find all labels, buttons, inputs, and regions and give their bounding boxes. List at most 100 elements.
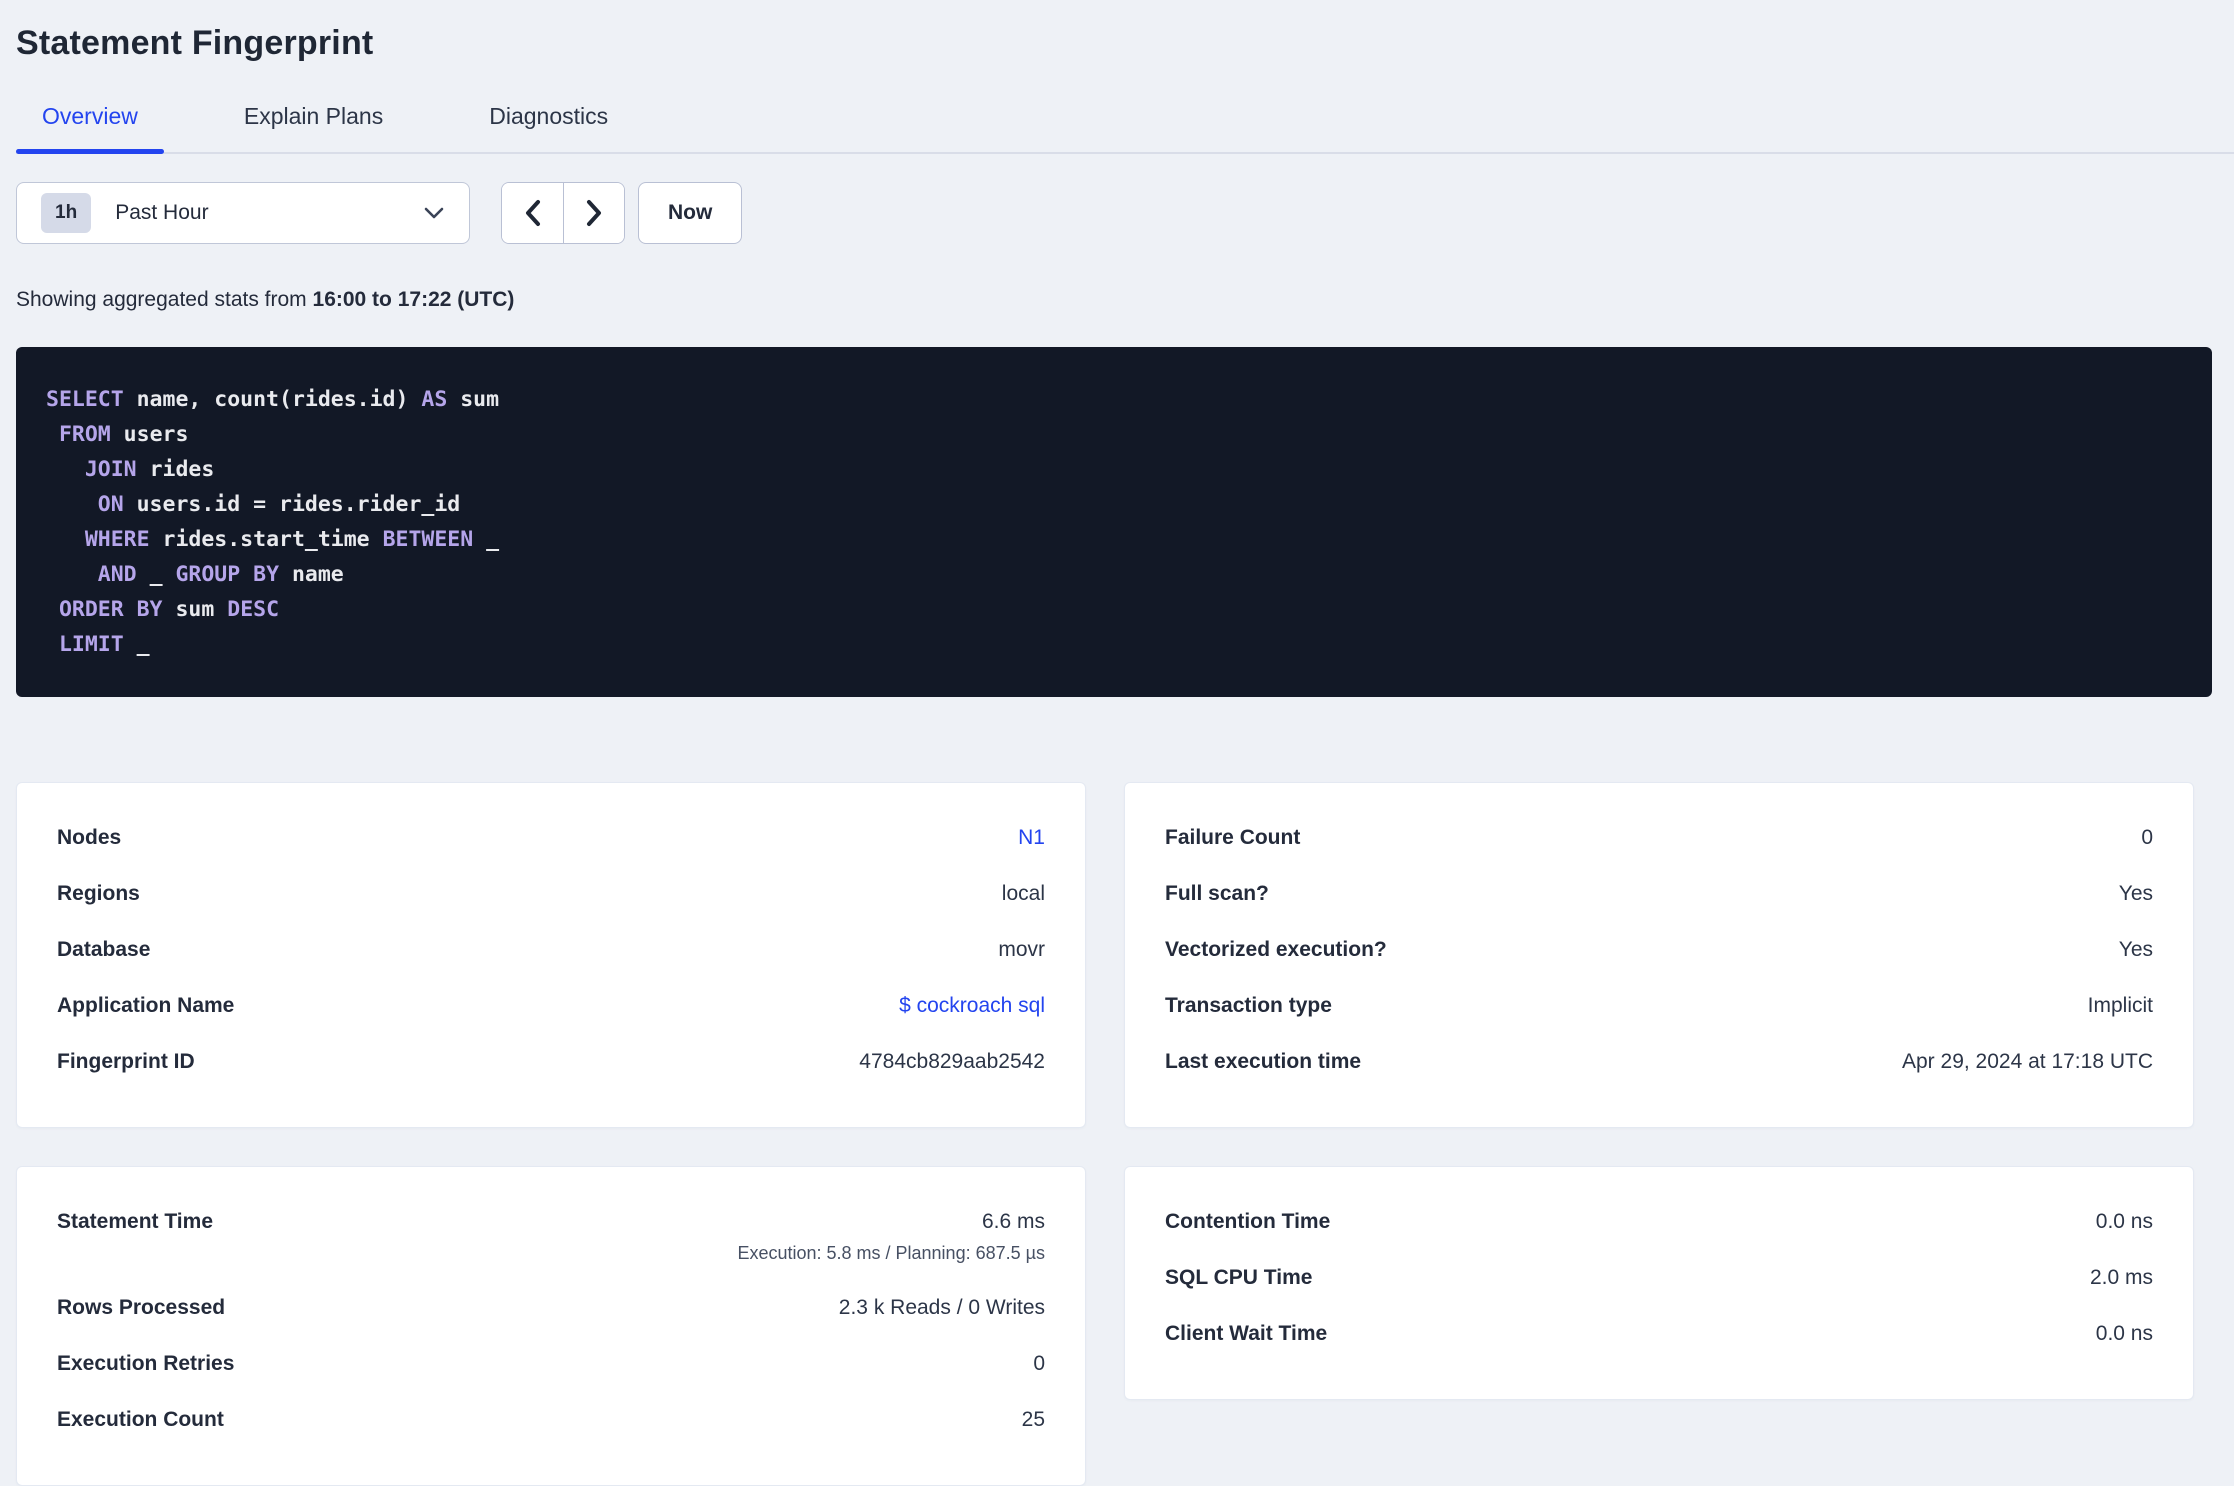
page-title: Statement Fingerprint xyxy=(16,24,374,62)
now-button[interactable]: Now xyxy=(638,182,743,244)
stat-label: Database xyxy=(57,938,151,961)
stat-value-group: Apr 29, 2024 at 17:18 UTC xyxy=(1902,1050,2153,1074)
time-toolbar: 1h Past Hour Now xyxy=(16,182,2234,244)
stat-label: SQL CPU Time xyxy=(1165,1266,1313,1289)
stat-value: 2.3 k Reads / 0 Writes xyxy=(838,1296,1045,1319)
stat-value-group: 2.3 k Reads / 0 Writes xyxy=(839,1296,1045,1320)
chevron-down-icon xyxy=(423,206,445,220)
sql-line: ORDER BY sum DESC xyxy=(58,597,280,622)
stat-row: Fingerprint ID 4784cb829aab2542 xyxy=(57,1035,1045,1091)
stat-value-group: $ cockroach sql xyxy=(899,994,1045,1018)
stat-value-group: Yes xyxy=(2119,882,2153,906)
stat-value-group: 0 xyxy=(1033,1352,1045,1376)
sql-line: ON users.id = rides.rider_id xyxy=(97,492,461,517)
stat-value-group: movr xyxy=(998,938,1045,962)
stat-value-group: 4784cb829aab2542 xyxy=(859,1050,1045,1074)
stat-label: Nodes xyxy=(57,826,122,849)
stat-label: Rows Processed xyxy=(57,1296,226,1319)
stat-row: Last execution time Apr 29, 2024 at 17:18… xyxy=(1165,1035,2153,1091)
stat-label: Full scan? xyxy=(1165,882,1269,905)
stat-value-group: 0.0 ns xyxy=(2096,1322,2153,1346)
stat-value: 4784cb829aab2542 xyxy=(859,1050,1045,1073)
chevron-right-icon xyxy=(585,199,603,227)
tab-overview[interactable]: Overview xyxy=(16,95,164,154)
stat-label: Vectorized execution? xyxy=(1165,938,1387,961)
sql-line: AND _ GROUP BY name xyxy=(97,562,344,587)
stat-row: Execution Count 25 xyxy=(57,1393,1045,1449)
stat-row: Vectorized execution? Yes xyxy=(1165,923,2153,979)
sql-line: WHERE rides.start_time BETWEEN _ xyxy=(84,527,500,552)
stat-row: Contention Time 0.0 ns xyxy=(1165,1195,2153,1251)
stat-row: SQL CPU Time 2.0 ms xyxy=(1165,1251,2153,1307)
execution-attributes-card: Failure Count 0 Full scan? Yes Vectorized ex… xyxy=(1124,782,2194,1128)
sql-line: FROM users xyxy=(58,422,189,447)
time-interval-badge: 1h xyxy=(41,193,92,233)
aggregated-stats-prefix: Showing aggregated stats from xyxy=(16,288,313,311)
stat-value-group: 6.6 ms Execution: 5.8 ms / Planning: 687.… xyxy=(737,1210,1045,1264)
statement-details-card: Nodes N1 Regions local Database movr Applicati… xyxy=(16,782,1086,1128)
stat-row: Client Wait Time 0.0 ns xyxy=(1165,1307,2153,1363)
stat-value-link[interactable]: N1 xyxy=(1018,826,1045,849)
stat-subtitle: Execution: 5.8 ms / Planning: 687.5 µs xyxy=(737,1243,1045,1263)
stat-value-link[interactable]: $ cockroach sql xyxy=(899,994,1045,1017)
stat-row: Full scan? Yes xyxy=(1165,867,2153,923)
stat-row: Execution Retries 0 xyxy=(57,1337,1045,1393)
stat-row: Statement Time 6.6 ms Execution: 5.8 ms / … xyxy=(57,1195,1045,1281)
sql-statement-box: SELECT name, count(rides.id) AS sum FROM… xyxy=(16,347,2212,697)
stat-value: 0.0 ns xyxy=(2095,1210,2153,1233)
sql-line: LIMIT _ xyxy=(58,632,150,657)
stat-value: 0.0 ns xyxy=(2095,1322,2153,1345)
statement-fingerprint-page: Statement Fingerprint Overview Explain P… xyxy=(0,0,2234,1486)
time-range-label: Past Hour xyxy=(115,201,209,224)
stat-label: Failure Count xyxy=(1165,826,1301,849)
stat-value: movr xyxy=(998,938,1045,961)
tab-diagnostics[interactable]: Diagnostics xyxy=(463,95,634,152)
stat-row: Rows Processed 2.3 k Reads / 0 Writes xyxy=(57,1281,1045,1337)
chevron-left-icon xyxy=(524,199,542,227)
stat-value-group: 0 xyxy=(2141,826,2153,850)
sql-statement-code: SELECT name, count(rides.id) AS sum FROM… xyxy=(46,382,2182,662)
stat-value-group: Yes xyxy=(2119,938,2153,962)
stat-label: Transaction type xyxy=(1165,994,1332,1017)
stat-value: 25 xyxy=(1021,1408,1045,1431)
stat-value: Apr 29, 2024 at 17:18 UTC xyxy=(1902,1050,2153,1073)
tab-bar: Overview Explain Plans Diagnostics xyxy=(16,95,2234,154)
stat-value: Yes xyxy=(2118,882,2153,905)
stat-row: Failure Count 0 xyxy=(1165,811,2153,867)
stat-value-group: local xyxy=(1002,882,1045,906)
stat-label: Regions xyxy=(57,882,140,905)
time-range-dropdown[interactable]: 1h Past Hour xyxy=(16,182,470,244)
stat-label: Execution Retries xyxy=(57,1352,235,1375)
stat-label: Fingerprint ID xyxy=(57,1050,195,1073)
stat-value: 0 xyxy=(1033,1352,1045,1375)
sql-line: SELECT name, count(rides.id) AS sum xyxy=(46,387,500,412)
stat-value-group: 0.0 ns xyxy=(2096,1210,2153,1234)
aggregated-stats-line: Showing aggregated stats from 16:00 to 1… xyxy=(16,288,2234,312)
stat-label: Execution Count xyxy=(57,1408,224,1431)
stat-row: Transaction type Implicit xyxy=(1165,979,2153,1035)
sql-line: JOIN rides xyxy=(84,457,215,482)
stat-label: Application Name xyxy=(57,994,235,1017)
stat-label: Client Wait Time xyxy=(1165,1322,1328,1345)
next-range-button[interactable] xyxy=(563,183,624,243)
stat-value-group: Implicit xyxy=(2088,994,2153,1018)
previous-range-button[interactable] xyxy=(502,183,563,243)
overview-cards-top: Nodes N1 Regions local Database movr Applicati… xyxy=(16,782,2194,1128)
stat-value-group: N1 xyxy=(1018,826,1045,850)
overview-cards-bottom: Statement Time 6.6 ms Execution: 5.8 ms / … xyxy=(16,1166,2194,1486)
stat-value-group: 2.0 ms xyxy=(2090,1266,2153,1290)
stat-label: Contention Time xyxy=(1165,1210,1331,1233)
stat-label: Last execution time xyxy=(1165,1050,1362,1073)
time-range-arrows xyxy=(501,182,625,244)
stat-label: Statement Time xyxy=(57,1210,213,1233)
stat-value: 6.6 ms xyxy=(981,1210,1045,1233)
aggregated-stats-range: 16:00 to 17:22 (UTC) xyxy=(312,288,515,311)
stat-row: Application Name $ cockroach sql xyxy=(57,979,1045,1035)
stat-value: Yes xyxy=(2118,938,2153,961)
stat-value: Implicit xyxy=(2087,994,2153,1017)
stat-value: local xyxy=(1001,882,1045,905)
stat-value: 2.0 ms xyxy=(2089,1266,2153,1289)
wait-times-card: Contention Time 0.0 ns SQL CPU Time 2.0 ms C… xyxy=(1124,1166,2194,1400)
tab-explain-plans[interactable]: Explain Plans xyxy=(218,95,409,152)
statement-timing-card: Statement Time 6.6 ms Execution: 5.8 ms / … xyxy=(16,1166,1086,1486)
